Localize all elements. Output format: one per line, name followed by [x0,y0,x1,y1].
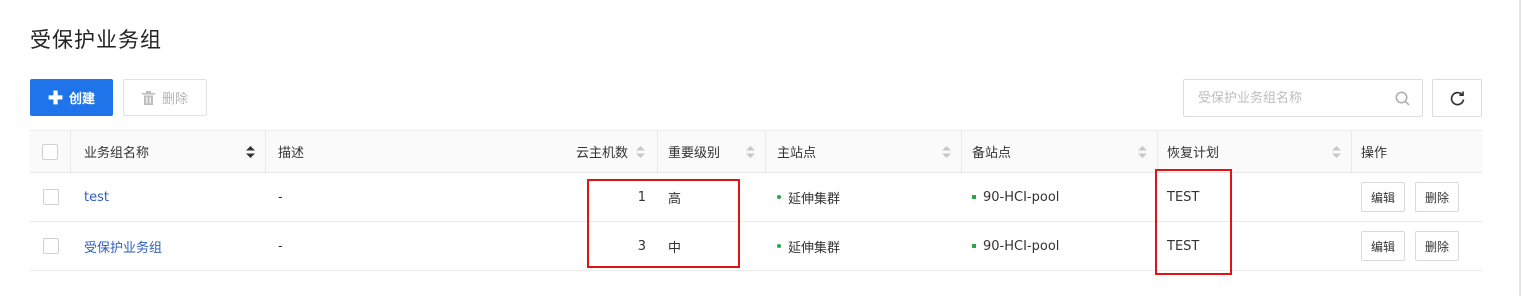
column-header-plan[interactable]: 恢复计划 [1158,131,1352,172]
row-select-cell [30,222,71,270]
protected-group-table: 业务组名称 描述 云主机数 重要级别 主站点 备站点 恢复计划 操作 test … [30,130,1482,271]
desc-cell: - [278,189,283,205]
right-panel-border [1519,0,1521,296]
status-dot [972,195,976,199]
sort-icon[interactable] [636,145,645,158]
main-site-text: 延伸集群 [788,191,841,207]
row-checkbox[interactable] [42,189,59,205]
highlight-box-count-level [587,179,740,268]
column-header-ops: 操作 [1352,131,1482,172]
main-site-cell: 延伸集群 [766,173,962,221]
select-all-cell [30,131,71,172]
status-dot [777,195,781,199]
main-site-text: 延伸集群 [788,240,841,256]
sort-icon[interactable] [246,146,255,158]
page-title: 受保护业务组 [30,28,162,52]
sort-icon[interactable] [1332,146,1341,158]
delete-button[interactable]: 删除 [123,79,207,116]
search-input[interactable] [1184,80,1384,116]
status-dot [777,244,781,248]
backup-site-cell: 90-HCI-pool [962,173,1158,221]
table-header: 业务组名称 描述 云主机数 重要级别 主站点 备站点 恢复计划 操作 [30,130,1482,173]
column-label: 重要级别 [668,146,721,161]
backup-site-cell: 90-HCI-pool [962,222,1158,270]
desc-cell: - [278,238,283,254]
column-header-backup-site[interactable]: 备站点 [962,131,1158,172]
plus-icon: ✚ [47,87,64,108]
edit-button[interactable]: 编辑 [1361,231,1406,261]
create-label: 创建 [69,91,96,106]
delete-label: 删除 [161,91,188,106]
ops-cell: 编辑 删除 [1352,173,1482,221]
edit-button[interactable]: 编辑 [1361,182,1406,212]
refresh-icon [1450,91,1464,105]
group-name-link[interactable]: test [84,190,109,205]
refresh-button[interactable] [1432,79,1482,117]
highlight-box-plan [1155,169,1232,275]
column-header-name[interactable]: 业务组名称 [71,131,266,172]
group-name-cell: test [71,173,266,221]
column-label: 主站点 [777,146,817,161]
group-name-cell: 受保护业务组 [71,222,266,270]
column-header-vm-count[interactable]: 云主机数 [462,131,658,172]
select-all-checkbox[interactable] [42,143,58,160]
status-dot [972,244,976,248]
column-header-desc: 描述 [266,131,462,172]
column-label: 云主机数 [575,146,628,161]
backup-site-text: 90-HCI-pool [983,189,1060,205]
main-site-cell: 延伸集群 [766,222,962,270]
sort-icon[interactable] [942,146,951,158]
sort-icon[interactable] [746,146,755,158]
column-label: 操作 [1361,146,1388,161]
column-label: 业务组名称 [84,146,150,161]
row-checkbox[interactable] [42,238,59,254]
row-delete-button[interactable]: 删除 [1415,182,1460,212]
table-row: 受保护业务组 - 3 中 延伸集群 90-HCI-pool TEST 编辑 删除 [30,222,1482,271]
create-button[interactable]: ✚ 创建 [30,79,113,116]
search-icon[interactable] [1395,91,1410,106]
row-select-cell [30,173,71,221]
search-box [1183,79,1423,117]
column-header-level[interactable]: 重要级别 [658,131,766,172]
ops-cell: 编辑 删除 [1352,222,1482,270]
trash-icon [141,90,155,105]
column-label: 备站点 [972,146,1012,161]
column-label: 恢复计划 [1167,146,1220,161]
table-row: test - 1 高 延伸集群 90-HCI-pool TEST 编辑 删除 [30,173,1482,222]
column-label: 描述 [278,146,305,161]
column-header-main-site[interactable]: 主站点 [766,131,962,172]
row-delete-button[interactable]: 删除 [1415,231,1460,261]
sort-icon[interactable] [1138,146,1147,158]
backup-site-text: 90-HCI-pool [983,238,1060,254]
group-name-link[interactable]: 受保护业务组 [84,237,162,256]
